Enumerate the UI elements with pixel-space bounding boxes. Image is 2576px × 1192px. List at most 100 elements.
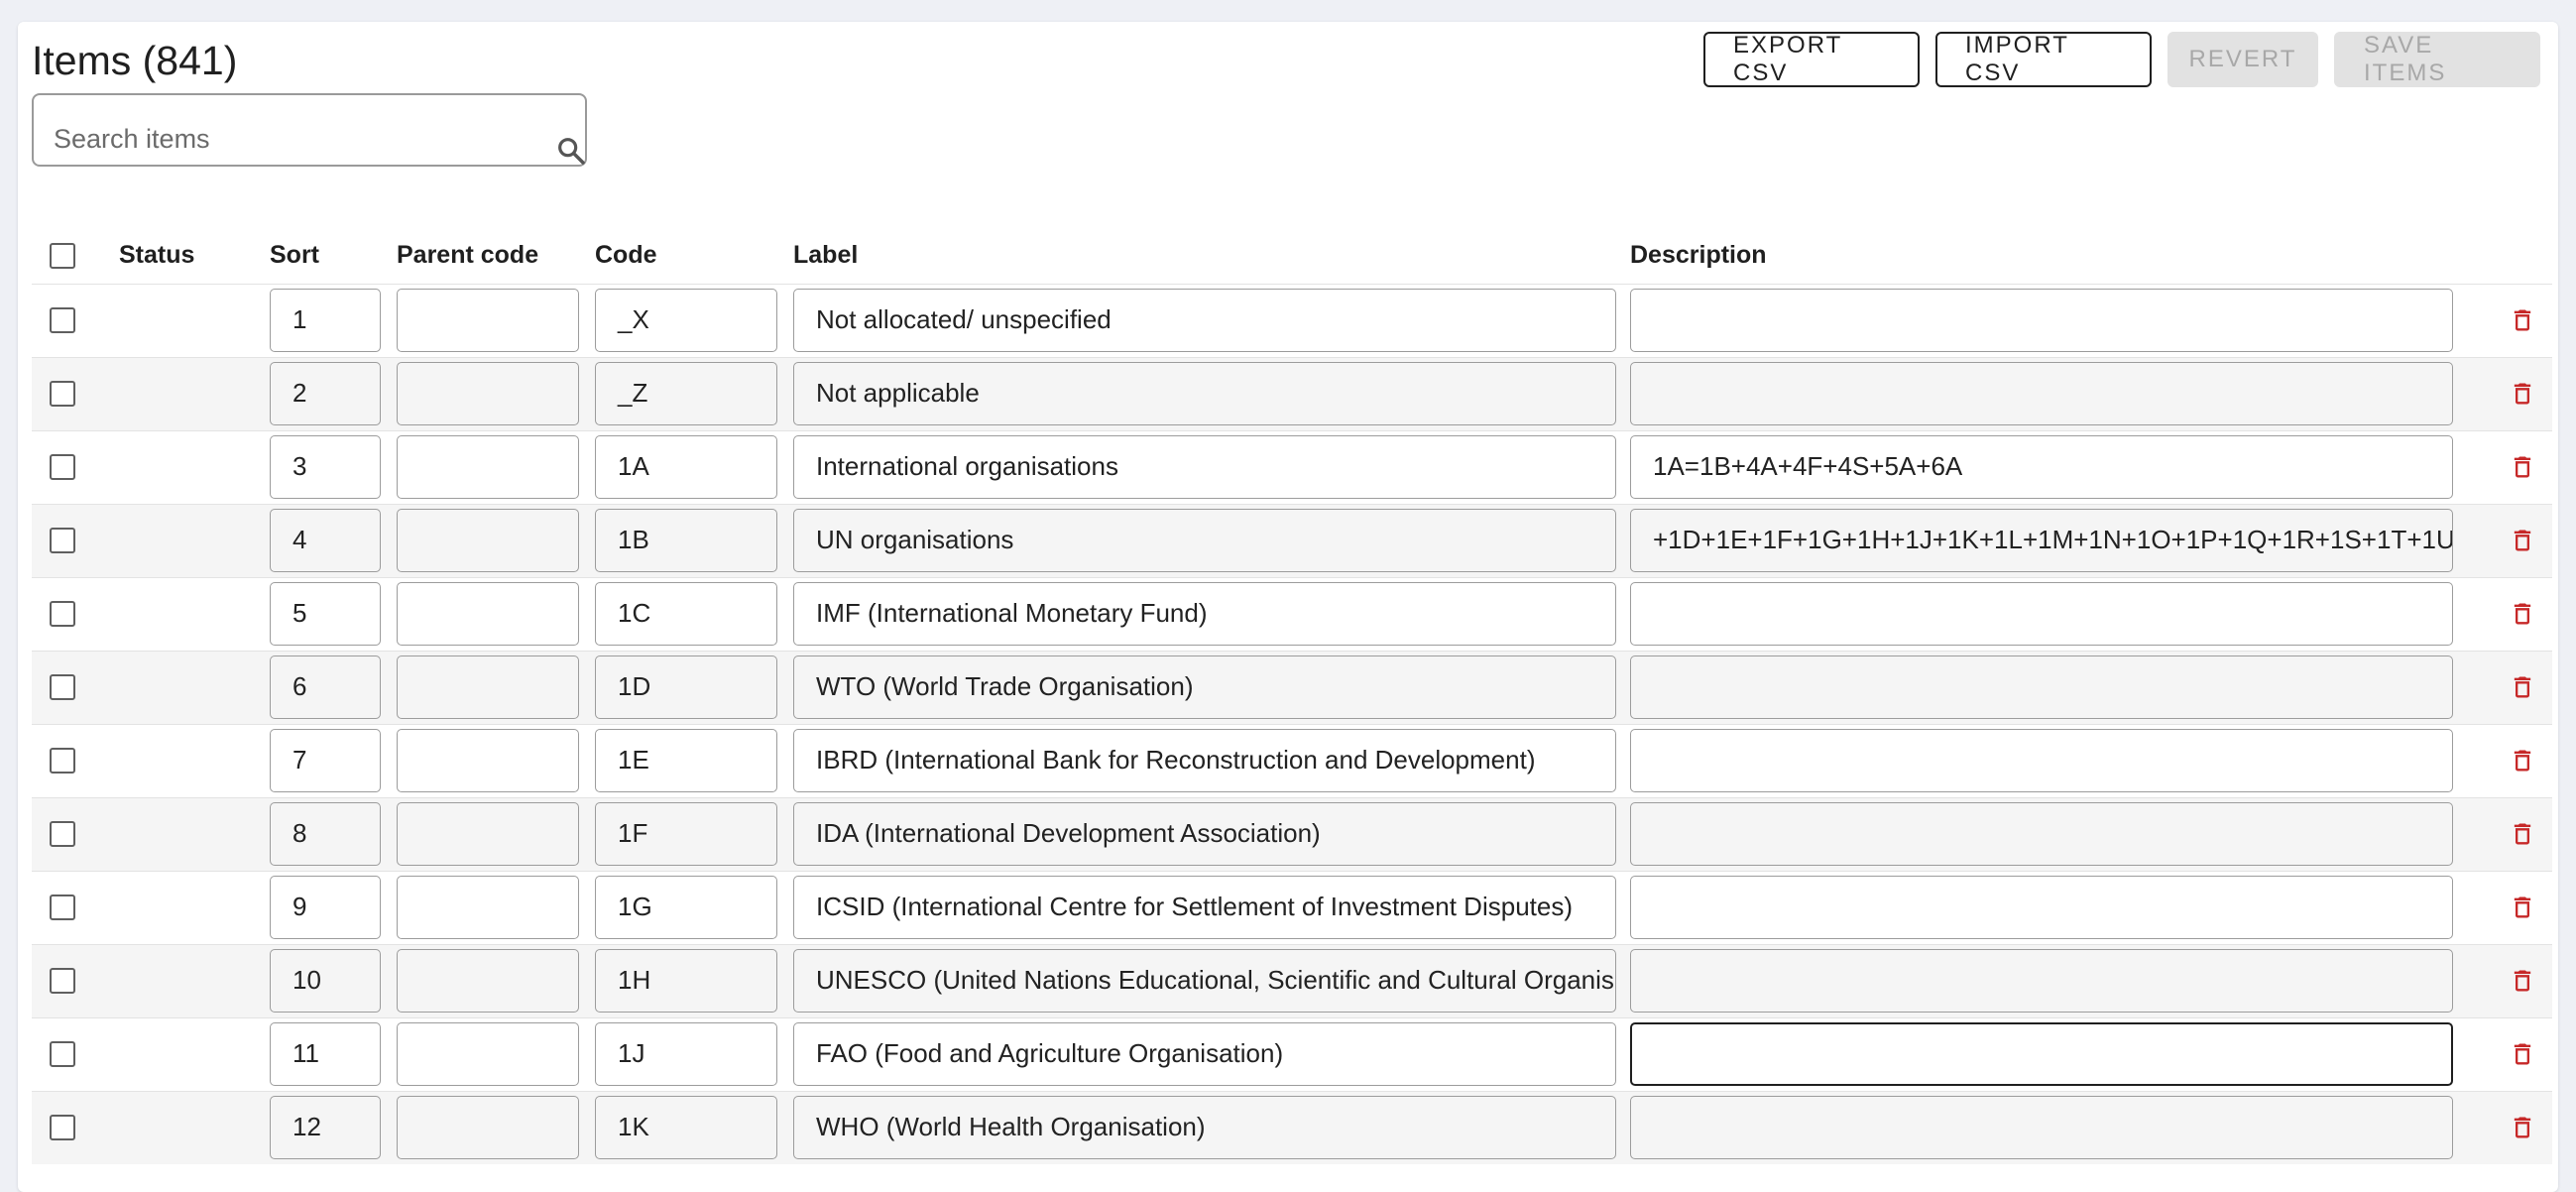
description-input[interactable]: +1D+1E+1F+1G+1H+1J+1K+1L+1M+1N+1O+1P+1Q+… [1630, 509, 2453, 572]
table-row: 10 1H UNESCO (United Nations Educational… [32, 944, 2552, 1017]
row-checkbox[interactable] [50, 821, 75, 847]
parent-code-input[interactable] [397, 876, 579, 939]
description-input[interactable] [1630, 802, 2453, 866]
trash-icon[interactable] [2509, 894, 2536, 921]
sort-input[interactable]: 6 [270, 656, 381, 719]
sort-input[interactable]: 3 [270, 435, 381, 499]
revert-button[interactable]: REVERT [2167, 32, 2318, 87]
status-cell [119, 724, 270, 797]
code-input[interactable]: 1E [595, 729, 777, 792]
trash-icon[interactable] [2509, 306, 2536, 334]
label-input[interactable]: IBRD (International Bank for Reconstruct… [793, 729, 1616, 792]
code-input[interactable]: 1A [595, 435, 777, 499]
code-input[interactable]: 1F [595, 802, 777, 866]
import-csv-button[interactable]: IMPORT CSV [1935, 32, 2152, 87]
description-input[interactable] [1630, 656, 2453, 719]
trash-icon[interactable] [2509, 673, 2536, 701]
search-icon[interactable] [555, 135, 587, 167]
description-input[interactable] [1630, 949, 2453, 1013]
row-checkbox[interactable] [50, 1115, 75, 1141]
row-checkbox[interactable] [50, 454, 75, 480]
trash-icon[interactable] [2509, 820, 2536, 848]
select-all-checkbox[interactable] [50, 242, 75, 269]
save-items-button[interactable]: SAVE ITEMS [2334, 32, 2540, 87]
row-checkbox[interactable] [50, 381, 75, 407]
code-input[interactable]: 1K [595, 1096, 777, 1160]
trash-icon[interactable] [2509, 600, 2536, 628]
label-input[interactable]: WTO (World Trade Organisation) [793, 656, 1616, 719]
code-input[interactable]: 1H [595, 949, 777, 1013]
sort-input[interactable]: 1 [270, 289, 381, 352]
label-input[interactable]: Not applicable [793, 362, 1616, 425]
trash-icon[interactable] [2509, 527, 2536, 554]
sort-input[interactable]: 5 [270, 582, 381, 646]
label-input[interactable]: IMF (International Monetary Fund) [793, 582, 1616, 646]
parent-code-input[interactable] [397, 656, 579, 719]
row-checkbox[interactable] [50, 674, 75, 700]
description-input[interactable] [1630, 582, 2453, 646]
row-checkbox[interactable] [50, 894, 75, 920]
code-input[interactable]: 1C [595, 582, 777, 646]
row-checkbox[interactable] [50, 968, 75, 994]
trash-icon[interactable] [2509, 1040, 2536, 1068]
sort-input[interactable]: 11 [270, 1022, 381, 1086]
column-header-parent-code: Parent code [397, 241, 539, 270]
sort-input[interactable]: 12 [270, 1096, 381, 1160]
label-input[interactable]: UNESCO (United Nations Educational, Scie… [793, 949, 1616, 1013]
table-row: 6 1D WTO (World Trade Organisation) [32, 651, 2552, 724]
label-input[interactable]: UN organisations [793, 509, 1616, 572]
trash-icon[interactable] [2509, 380, 2536, 408]
code-input[interactable]: _X [595, 289, 777, 352]
parent-code-input[interactable] [397, 802, 579, 866]
code-input[interactable]: 1J [595, 1022, 777, 1086]
trash-icon[interactable] [2509, 747, 2536, 775]
parent-code-input[interactable] [397, 949, 579, 1013]
row-checkbox[interactable] [50, 748, 75, 774]
label-input[interactable]: WHO (World Health Organisation) [793, 1096, 1616, 1160]
parent-code-input[interactable] [397, 582, 579, 646]
sort-input[interactable]: 4 [270, 509, 381, 572]
trash-icon[interactable] [2509, 967, 2536, 995]
row-checkbox[interactable] [50, 307, 75, 333]
table-row: 5 1C IMF (International Monetary Fund) [32, 577, 2552, 651]
description-input[interactable] [1630, 289, 2453, 352]
description-input[interactable] [1630, 362, 2453, 425]
parent-code-input[interactable] [397, 289, 579, 352]
export-csv-button[interactable]: EXPORT CSV [1703, 32, 1920, 87]
label-input[interactable]: FAO (Food and Agriculture Organisation) [793, 1022, 1616, 1086]
sort-input[interactable]: 10 [270, 949, 381, 1013]
row-checkbox[interactable] [50, 528, 75, 553]
sort-input[interactable]: 8 [270, 802, 381, 866]
status-cell [119, 577, 270, 651]
label-input[interactable]: Not allocated/ unspecified [793, 289, 1616, 352]
parent-code-input[interactable] [397, 1096, 579, 1160]
status-cell [119, 944, 270, 1017]
row-checkbox[interactable] [50, 601, 75, 627]
trash-icon[interactable] [2509, 453, 2536, 481]
parent-code-input[interactable] [397, 509, 579, 572]
parent-code-input[interactable] [397, 1022, 579, 1086]
label-input[interactable]: IDA (International Development Associati… [793, 802, 1616, 866]
code-input[interactable]: 1G [595, 876, 777, 939]
parent-code-input[interactable] [397, 362, 579, 425]
description-input[interactable] [1630, 1096, 2453, 1160]
description-input[interactable] [1630, 1022, 2453, 1086]
description-input[interactable] [1630, 876, 2453, 939]
row-checkbox[interactable] [50, 1041, 75, 1067]
table-row: 9 1G ICSID (International Centre for Set… [32, 871, 2552, 944]
code-input[interactable]: 1D [595, 656, 777, 719]
sort-input[interactable]: 7 [270, 729, 381, 792]
sort-input[interactable]: 2 [270, 362, 381, 425]
parent-code-input[interactable] [397, 435, 579, 499]
label-input[interactable]: ICSID (International Centre for Settleme… [793, 876, 1616, 939]
description-input[interactable] [1630, 729, 2453, 792]
trash-icon[interactable] [2509, 1114, 2536, 1141]
description-input[interactable]: 1A=1B+4A+4F+4S+5A+6A [1630, 435, 2453, 499]
page-title: Items (841) [32, 38, 238, 83]
code-input[interactable]: _Z [595, 362, 777, 425]
parent-code-input[interactable] [397, 729, 579, 792]
code-input[interactable]: 1B [595, 509, 777, 572]
sort-input[interactable]: 9 [270, 876, 381, 939]
label-input[interactable]: International organisations [793, 435, 1616, 499]
search-input[interactable] [54, 119, 510, 159]
